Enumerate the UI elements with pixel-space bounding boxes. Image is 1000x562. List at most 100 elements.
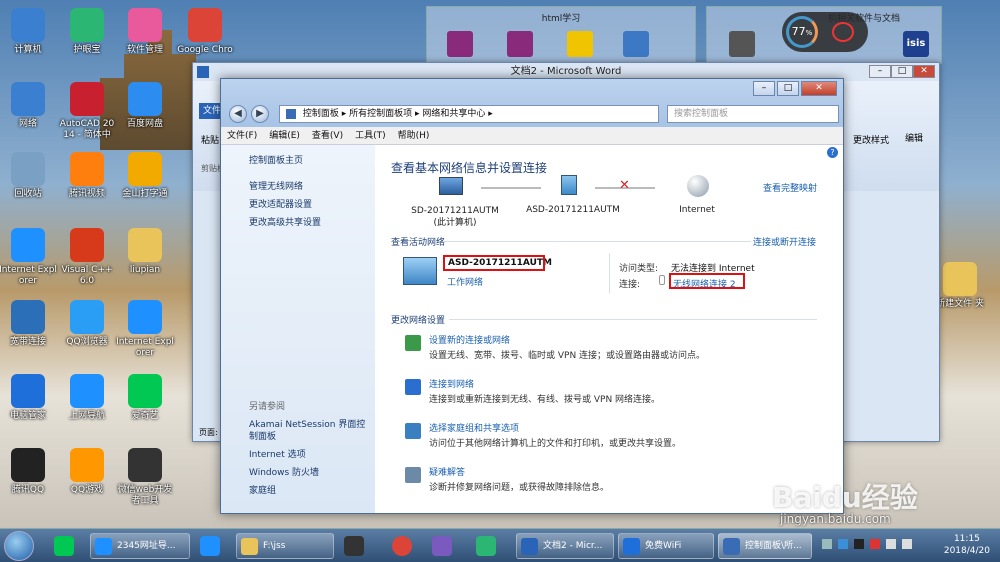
desktop-icon[interactable]: 上网导航	[54, 374, 120, 422]
taskbar-button-folder[interactable]: F:\jss	[236, 533, 334, 559]
desktop-icon[interactable]: AutoCAD 20 14 - 简体中	[54, 82, 120, 141]
ie-icon	[95, 538, 112, 555]
desktop-icon[interactable]: 金山打字通	[112, 152, 178, 200]
close-button[interactable]: ✕	[801, 81, 837, 96]
desktop-icon[interactable]: 腾讯QQ	[0, 448, 61, 496]
sidebar-link-akamai[interactable]: Akamai NetSession 界面控制面板	[249, 419, 373, 443]
desktop-icon[interactable]: 网络	[0, 82, 61, 130]
page-title: 查看基本网络信息并设置连接	[391, 161, 548, 175]
ie-icon	[70, 374, 104, 408]
tray-network-icon[interactable]	[886, 539, 896, 549]
taskbar-button-wifi[interactable]: 免费WiFi	[618, 533, 714, 559]
desktop-icon[interactable]: liupian	[112, 228, 178, 276]
desktop-icon[interactable]: QQ浏览器	[54, 300, 120, 348]
start-button[interactable]	[4, 531, 34, 561]
desktop-icon[interactable]: 微信web开发 者工具	[112, 448, 178, 507]
minimize-button[interactable]: –	[869, 65, 891, 78]
taskbar-ie[interactable]	[196, 533, 224, 559]
sidebar-home-link[interactable]: 控制面板主页	[249, 155, 303, 167]
word-icon	[521, 538, 538, 555]
minimize-button[interactable]: –	[753, 81, 775, 96]
background-window-html[interactable]: html学习	[426, 6, 696, 64]
speed-gauge-widget[interactable]: 77%	[782, 12, 868, 52]
search-input[interactable]: 搜索控制面板	[667, 105, 839, 123]
maximize-button[interactable]: □	[891, 65, 913, 78]
address-bar[interactable]: 控制面板 ▸ 所有控制面板项 ▸ 网络和共享中心 ▸	[279, 105, 659, 123]
desktop-icon[interactable]: 电脑管家	[0, 374, 61, 422]
close-button[interactable]: ✕	[913, 65, 935, 78]
tray-flag-icon[interactable]	[870, 539, 880, 549]
breadcrumb-item[interactable]: 所有控制面板项	[349, 109, 412, 119]
desktop-icon[interactable]: 宽带连接	[0, 300, 61, 348]
taskbar-tencent-video[interactable]	[472, 533, 500, 559]
document-icon	[623, 31, 649, 57]
desktop-icon[interactable]: 腾讯视频	[54, 152, 120, 200]
breadcrumb-item[interactable]: 控制面板	[303, 109, 339, 119]
sidebar-link-internet-options[interactable]: Internet 选项	[249, 449, 306, 461]
desktop-icon[interactable]: 软件管理	[112, 8, 178, 56]
autocad-icon	[70, 82, 104, 116]
tray-shield-icon[interactable]	[838, 539, 848, 549]
page-status: 页面:	[199, 428, 218, 437]
desktop-icon[interactable]: Visual C++ 6.0	[54, 228, 120, 287]
desktop-icon[interactable]: 回收站	[0, 152, 61, 200]
computer-icon	[11, 8, 45, 42]
edit-label[interactable]: 编辑	[905, 131, 923, 144]
desktop-icon[interactable]: Internet Expl orer	[112, 300, 178, 359]
menu-edit[interactable]: 编辑(E)	[263, 127, 306, 145]
connect-disconnect-link[interactable]: 连接或断开连接	[753, 235, 816, 248]
sidebar-link-adapter[interactable]: 更改适配器设置	[249, 199, 312, 211]
control-panel-window[interactable]: – □ ✕ ◀ ▶ 控制面板 ▸ 所有控制面板项 ▸ 网络和共享中心 ▸ 搜索控…	[220, 78, 844, 514]
icon-label: QQ游戏	[70, 485, 104, 495]
menu-help[interactable]: 帮助(H)	[392, 127, 436, 145]
desktop-icon[interactable]: QQ游戏	[54, 448, 120, 496]
maximize-button[interactable]: □	[777, 81, 799, 96]
tray-volume-icon[interactable]	[902, 539, 912, 549]
task-description: 设置无线、宽带、拨号、临时或 VPN 连接；或设置路由器或访问点。	[429, 351, 706, 361]
video-player-icon	[432, 536, 452, 556]
menu-view[interactable]: 查看(V)	[306, 127, 349, 145]
sidebar-link-wireless[interactable]: 管理无线网络	[249, 181, 303, 193]
help-icon[interactable]: ?	[827, 147, 838, 158]
desktop-icon[interactable]: 护眼宝	[54, 8, 120, 56]
wifi-off-icon[interactable]	[832, 22, 854, 42]
divider	[443, 241, 751, 242]
task-link[interactable]: 设置新的连接或网络	[429, 333, 510, 346]
full-map-link[interactable]: 查看完整映射	[763, 181, 817, 194]
menu-file[interactable]: 文件(F)	[221, 127, 263, 145]
desktop-icon[interactable]: 爱奇艺	[112, 374, 178, 422]
taskbar-iqiyi[interactable]	[50, 533, 78, 559]
work-network-link[interactable]: 工作网络	[447, 275, 483, 288]
task-link[interactable]: 连接到网络	[429, 377, 474, 390]
taskbar-button-2345[interactable]: 2345网址导...	[90, 533, 190, 559]
paste-label[interactable]: 粘贴	[201, 133, 219, 146]
work-network-icon	[403, 257, 437, 285]
sidebar-link-firewall[interactable]: Windows 防火墙	[249, 467, 319, 479]
back-button[interactable]: ◀	[229, 105, 247, 123]
desktop-icon[interactable]: 百度网盘	[112, 82, 178, 130]
sidebar-link-homegroup[interactable]: 家庭组	[249, 485, 276, 497]
qq-browser-icon	[70, 300, 104, 334]
taskbar-clock[interactable]: 11:15 2018/4/20	[944, 533, 990, 557]
desktop-icon[interactable]: Internet Expl orer	[0, 228, 61, 287]
menu-tools[interactable]: 工具(T)	[349, 127, 392, 145]
taskbar-button-control-panel[interactable]: 控制面板\所...	[718, 533, 812, 559]
icon-label: liupian	[129, 265, 161, 275]
system-tray[interactable]	[822, 539, 922, 553]
breadcrumb-item[interactable]: 网络和共享中心	[422, 109, 485, 119]
desktop-icon[interactable]: Google Chro	[172, 8, 238, 56]
forward-button[interactable]: ▶	[251, 105, 269, 123]
main-content: ? 查看基本网络信息并设置连接 查看完整映射 ✕ SD-20171211AUTM…	[375, 145, 841, 513]
sidebar-link-sharing[interactable]: 更改高级共享设置	[249, 217, 321, 229]
taskbar-video[interactable]	[428, 533, 456, 559]
tray-arrow-icon[interactable]	[822, 539, 832, 549]
desktop-icon[interactable]: 计算机	[0, 8, 61, 56]
taskbar-chrome[interactable]	[388, 533, 416, 559]
taskbar-qq[interactable]	[340, 533, 368, 559]
tray-qq-icon[interactable]	[854, 539, 864, 549]
gauge-unit: %	[805, 29, 813, 37]
task-link[interactable]: 选择家庭组和共享选项	[429, 421, 519, 434]
change-style-label[interactable]: 更改样式	[853, 133, 889, 146]
taskbar-button-word[interactable]: 文档2 - Micr...	[516, 533, 614, 559]
task-link[interactable]: 疑难解答	[429, 465, 465, 478]
